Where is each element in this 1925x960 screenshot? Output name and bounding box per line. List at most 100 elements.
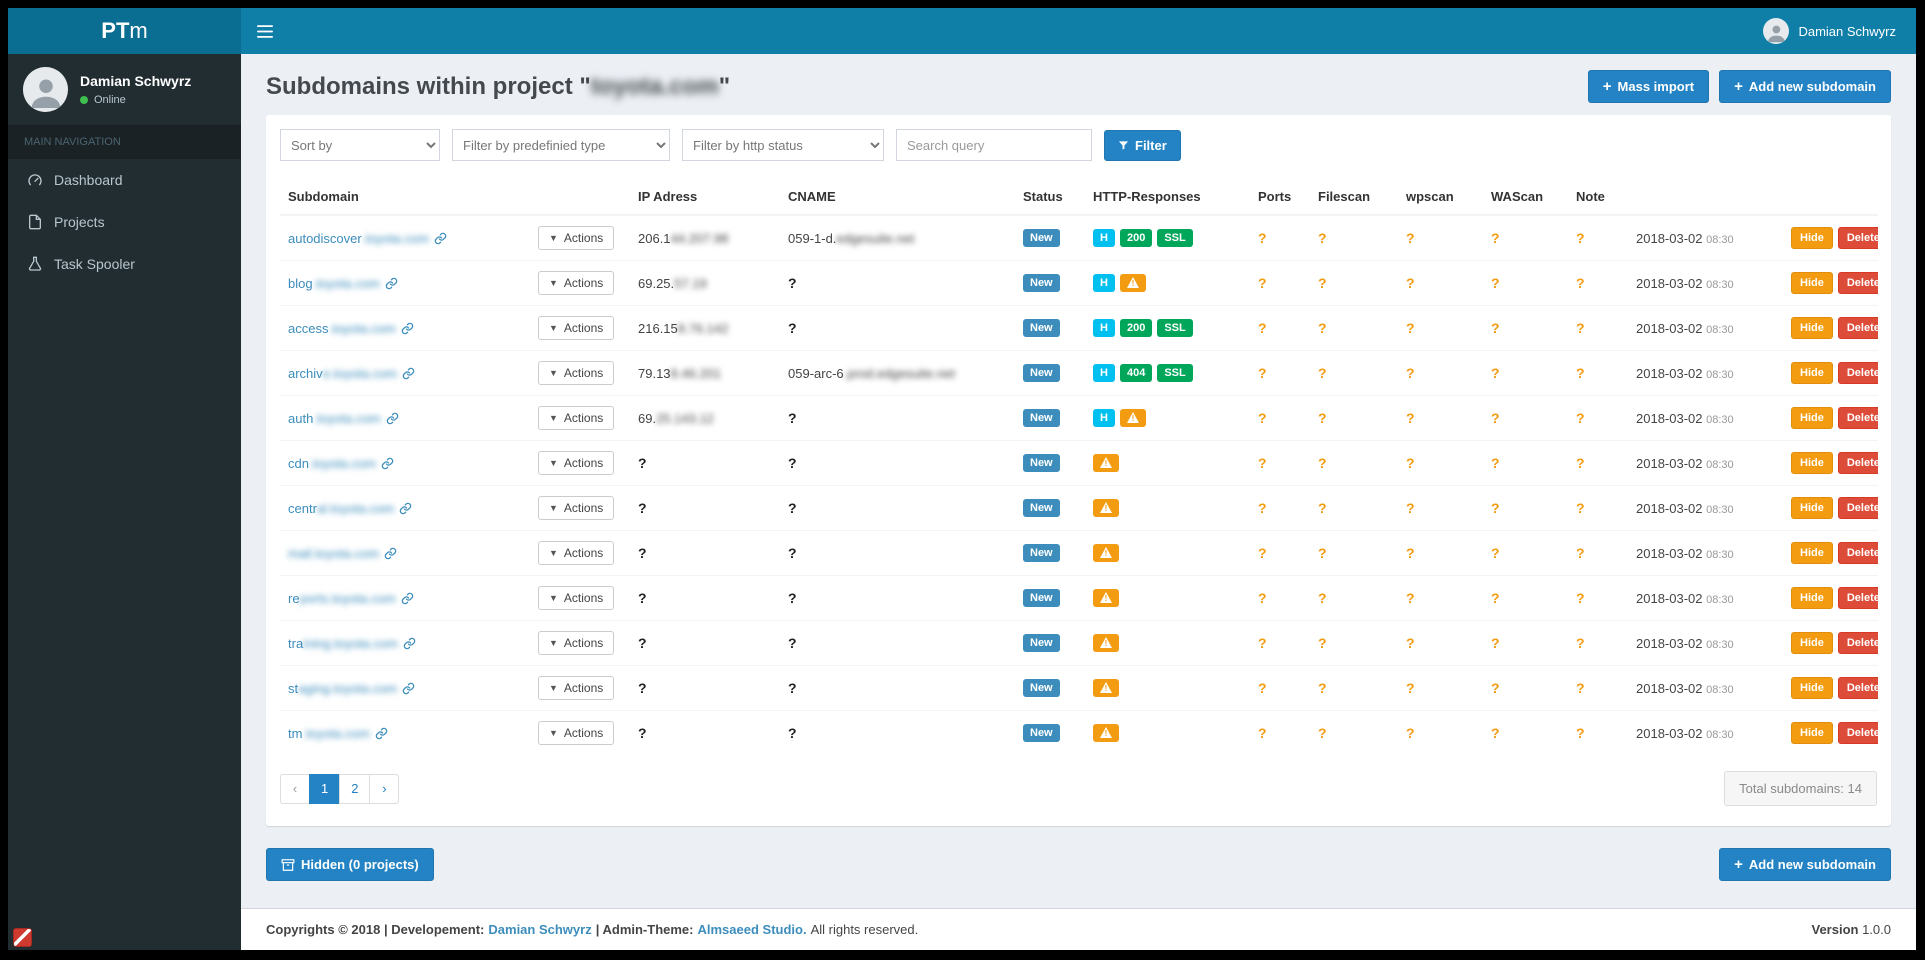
delete-button[interactable]: Delete (1837, 677, 1878, 699)
subdomain-link[interactable]: staging.toyota.com (288, 681, 397, 696)
actions-dropdown-button[interactable]: ▼ Actions (538, 631, 615, 655)
subdomain-link[interactable]: autodiscover.toyota.com (288, 231, 429, 246)
actions-dropdown-button[interactable]: ▼ Actions (538, 226, 615, 250)
note-unknown: ? (1576, 410, 1585, 426)
add-subdomain-button-top[interactable]: + Add new subdomain (1719, 70, 1891, 103)
actions-dropdown-button[interactable]: ▼ Actions (538, 721, 615, 745)
actions-dropdown-button[interactable]: ▼ Actions (538, 316, 615, 340)
total-subdomains-badge: Total subdomains: 14 (1724, 771, 1877, 806)
hide-button[interactable]: Hide (1791, 272, 1833, 294)
sidebar-avatar-icon (23, 67, 68, 112)
hide-button[interactable]: Hide (1791, 407, 1833, 429)
hide-button[interactable]: Hide (1791, 497, 1833, 519)
search-input[interactable] (896, 129, 1092, 161)
delete-button[interactable]: Delete (1837, 227, 1878, 249)
actions-dropdown-button[interactable]: ▼ Actions (538, 271, 615, 295)
actions-dropdown-button[interactable]: ▼ Actions (538, 361, 615, 385)
link-icon[interactable] (376, 456, 394, 471)
delete-button[interactable]: Delete (1837, 272, 1878, 294)
wpscan-unknown: ? (1406, 680, 1415, 696)
subdomain-link[interactable]: access.toyota.com (288, 321, 396, 336)
subdomain-link[interactable]: auth.toyota.com (288, 411, 381, 426)
table-row: tm.toyota.com ▼Actions ? ? New ? ? ? ? ?… (280, 710, 1878, 755)
sidebar-item-dashboard[interactable]: Dashboard (8, 159, 241, 201)
link-icon[interactable] (396, 321, 414, 336)
pagination-next[interactable]: › (369, 773, 400, 804)
theme-link[interactable]: Almsaeed Studio. (698, 922, 807, 937)
link-icon[interactable] (396, 591, 414, 606)
actions-dropdown-button[interactable]: ▼ Actions (538, 541, 615, 565)
subdomain-link[interactable]: blog.toyota.com (288, 276, 380, 291)
actions-dropdown-button[interactable]: ▼ Actions (538, 451, 615, 475)
status-cell: New (1015, 620, 1085, 666)
hide-button[interactable]: Hide (1791, 452, 1833, 474)
subdomain-link[interactable]: cdn.toyota.com (288, 456, 376, 471)
cname-cell: ? (780, 395, 1015, 441)
developer-link[interactable]: Damian Schwyrz (488, 922, 591, 937)
sort-by-select[interactable]: Sort by (280, 129, 440, 161)
link-icon[interactable] (429, 231, 447, 246)
page-title: Subdomains within project "toyota.com" (266, 73, 730, 101)
delete-button[interactable]: Delete (1837, 722, 1878, 744)
hide-button[interactable]: Hide (1791, 542, 1833, 564)
delete-button[interactable]: Delete (1837, 317, 1878, 339)
note-cell: ? (1568, 395, 1628, 441)
actions-dropdown-button[interactable]: ▼ Actions (538, 496, 615, 520)
subdomain-link[interactable]: mail.toyota.com (288, 546, 379, 561)
subdomain-link[interactable]: tm.toyota.com (288, 726, 370, 741)
navbar-user-menu[interactable]: Damian Schwyrz (1743, 8, 1916, 54)
subdomain-link[interactable]: reports.toyota.com (288, 591, 396, 606)
link-icon[interactable] (398, 636, 416, 651)
actions-dropdown-button[interactable]: ▼ Actions (538, 586, 615, 610)
status-badge: New (1023, 408, 1060, 428)
warning-badge (1093, 679, 1119, 697)
delete-button[interactable]: Delete (1837, 497, 1878, 519)
app-logo-bold: PT (101, 18, 130, 43)
actions-dropdown-button[interactable]: ▼ Actions (538, 406, 615, 430)
delete-button[interactable]: Delete (1837, 587, 1878, 609)
cname-cell: ? (780, 260, 1015, 306)
add-subdomain-button-bottom[interactable]: + Add new subdomain (1719, 848, 1891, 881)
wascan-unknown: ? (1491, 680, 1500, 696)
hide-button[interactable]: Hide (1791, 722, 1833, 744)
link-icon[interactable] (397, 366, 415, 381)
actions-dropdown-button[interactable]: ▼ Actions (538, 676, 615, 700)
hide-button[interactable]: Hide (1791, 632, 1833, 654)
subdomain-link[interactable]: archive.toyota.com (288, 366, 397, 381)
online-status[interactable]: Online (80, 94, 191, 106)
filescan-unknown: ? (1318, 680, 1327, 696)
hide-button[interactable]: Hide (1791, 677, 1833, 699)
delete-button[interactable]: Delete (1837, 632, 1878, 654)
link-icon[interactable] (397, 681, 415, 696)
sidebar-item-task-spooler[interactable]: Task Spooler (8, 243, 241, 285)
hide-button[interactable]: Hide (1791, 227, 1833, 249)
ip-cell: 79.138.46.201 (630, 350, 780, 396)
delete-button[interactable]: Delete (1837, 542, 1878, 564)
caret-down-icon: ▼ (549, 593, 558, 603)
delete-button[interactable]: Delete (1837, 452, 1878, 474)
filter-button[interactable]: Filter (1104, 129, 1181, 161)
link-icon[interactable] (379, 546, 397, 561)
delete-button[interactable]: Delete (1837, 407, 1878, 429)
hide-button[interactable]: Hide (1791, 317, 1833, 339)
delete-button[interactable]: Delete (1837, 362, 1878, 384)
link-icon[interactable] (380, 276, 398, 291)
app-logo[interactable]: PTm (8, 8, 241, 54)
hidden-projects-button[interactable]: Hidden (0 projects) (266, 848, 434, 881)
pagination-page-2[interactable]: 2 (339, 773, 371, 804)
link-icon[interactable] (370, 726, 388, 741)
type-filter-select[interactable]: Filter by predefinied type (452, 129, 670, 161)
sidebar-toggle-button[interactable] (241, 8, 289, 54)
pagination-page-1[interactable]: 1 (309, 773, 341, 804)
hide-button[interactable]: Hide (1791, 587, 1833, 609)
http-status-filter-select[interactable]: Filter by http status (682, 129, 884, 161)
wascan-cell: ? (1483, 440, 1568, 486)
status-cell: New (1015, 530, 1085, 576)
link-icon[interactable] (394, 501, 412, 516)
link-icon[interactable] (381, 411, 399, 426)
sidebar-item-projects[interactable]: Projects (8, 201, 241, 243)
subdomain-link[interactable]: training.toyota.com (288, 636, 398, 651)
mass-import-button[interactable]: + Mass import (1587, 70, 1710, 103)
subdomain-link[interactable]: central.toyota.com (288, 501, 394, 516)
hide-button[interactable]: Hide (1791, 362, 1833, 384)
